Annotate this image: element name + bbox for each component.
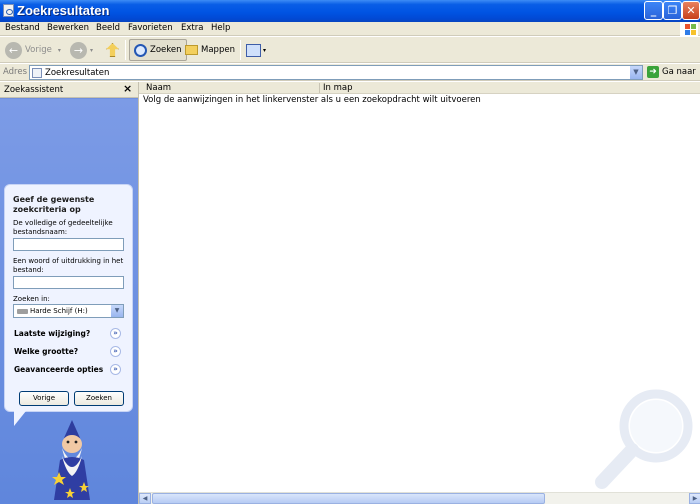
- scroll-left-icon[interactable]: ◀: [139, 493, 151, 504]
- menu-bar: Bestand Bewerken Beeld Favorieten Extra …: [0, 22, 700, 36]
- expand-chevron-icon[interactable]: »: [110, 346, 121, 357]
- menu-bestand[interactable]: Bestand: [5, 23, 40, 33]
- forward-button[interactable]: → ▾: [70, 39, 93, 61]
- option-last-modified[interactable]: Laatste wijziging? »: [14, 328, 125, 339]
- column-header: Naam In map: [139, 82, 700, 94]
- option-label: Laatste wijziging?: [14, 329, 91, 338]
- expand-chevron-icon[interactable]: »: [110, 364, 121, 375]
- back-arrow-icon: ←: [5, 41, 22, 59]
- horizontal-scrollbar[interactable]: ◀ ▶: [139, 492, 700, 504]
- look-in-value: Harde Schijf (H:): [30, 307, 88, 315]
- back-label: Vorige: [25, 45, 52, 55]
- phrase-label: Een woord of uitdrukking in het bestand:: [13, 257, 124, 274]
- look-in-label: Zoeken in:: [13, 295, 50, 303]
- filename-input[interactable]: [13, 238, 124, 251]
- scrollbar-thumb[interactable]: [152, 493, 545, 504]
- filename-label: De volledige of gedeeltelijke bestandsna…: [13, 219, 113, 236]
- option-label: Geavanceerde opties: [14, 365, 104, 374]
- up-arrow-icon: [106, 43, 119, 57]
- search-icon: [134, 43, 147, 57]
- forward-arrow-icon: →: [70, 41, 87, 59]
- search-submit-button[interactable]: Zoeken: [74, 391, 124, 406]
- results-pane: Naam In map Volg de aanwijzingen in het …: [138, 82, 700, 504]
- look-in-select[interactable]: Harde Schijf (H:) ▼: [13, 304, 124, 318]
- address-bar: Adres Zoekresultaten ▼ ➜ Ga naar: [0, 64, 700, 81]
- option-size[interactable]: Welke grootte? »: [14, 346, 125, 357]
- search-label: Zoeken: [150, 45, 182, 55]
- views-button[interactable]: ▾: [246, 39, 266, 61]
- maximize-button[interactable]: ❐: [663, 1, 682, 20]
- phrase-input[interactable]: [13, 276, 124, 289]
- search-button[interactable]: Zoeken: [129, 39, 187, 61]
- minimize-button[interactable]: _: [644, 1, 663, 20]
- toolbar-separator: [125, 40, 126, 60]
- folders-label: Mappen: [201, 45, 235, 55]
- look-in-dropdown-icon[interactable]: ▼: [111, 305, 123, 317]
- search-heading: Geef de gewenste zoekcriteria op: [13, 195, 95, 214]
- column-in-folder[interactable]: In map: [323, 83, 352, 93]
- back-button[interactable]: ← Vorige ▾: [5, 39, 61, 61]
- pane-close-icon[interactable]: ×: [123, 82, 132, 95]
- wizard-assistant-icon[interactable]: [44, 420, 100, 502]
- address-value: Zoekresultaten: [45, 68, 110, 78]
- column-divider[interactable]: [319, 83, 320, 93]
- search-window-icon: [3, 4, 14, 17]
- search-criteria-card: Geef de gewenste zoekcriteria op De voll…: [4, 184, 133, 412]
- scroll-right-icon[interactable]: ▶: [689, 493, 700, 504]
- search-companion-pane: Zoekassistent × Geef de gewenste zoekcri…: [0, 82, 138, 504]
- toolbar-separator: [240, 40, 241, 60]
- windows-logo-icon: [680, 22, 698, 36]
- magnifier-watermark-icon: [595, 389, 693, 489]
- close-button[interactable]: ✕: [682, 1, 700, 20]
- menu-bewerken[interactable]: Bewerken: [47, 23, 89, 33]
- option-label: Welke grootte?: [14, 347, 79, 356]
- results-message: Volg de aanwijzingen in het linkervenste…: [143, 95, 481, 105]
- go-label: Ga naar: [662, 67, 696, 77]
- folder-icon: [185, 45, 198, 55]
- title-bar: Zoekresultaten _ ❐ ✕: [0, 0, 700, 22]
- previous-button[interactable]: Vorige: [19, 391, 69, 406]
- menu-extra[interactable]: Extra: [181, 23, 203, 33]
- address-label: Adres: [3, 67, 28, 77]
- back-dropdown-icon: ▾: [57, 46, 61, 54]
- menu-beeld[interactable]: Beeld: [96, 23, 120, 33]
- address-dropdown-icon[interactable]: ▼: [629, 66, 642, 79]
- pane-header: Zoekassistent ×: [0, 82, 138, 98]
- option-advanced[interactable]: Geavanceerde opties »: [14, 364, 125, 375]
- forward-dropdown-icon: ▾: [90, 46, 94, 54]
- views-dropdown-icon: ▾: [263, 46, 267, 54]
- search-results-icon: [32, 68, 42, 78]
- menu-help[interactable]: Help: [211, 23, 230, 33]
- up-folder-button[interactable]: [106, 39, 119, 61]
- pane-title: Zoekassistent: [4, 85, 64, 95]
- toolbar: ← Vorige ▾ → ▾ Zoeken Mappen ▾: [0, 37, 700, 63]
- column-name[interactable]: Naam: [146, 83, 171, 93]
- hard-drive-icon: [17, 309, 28, 314]
- folders-button[interactable]: Mappen: [185, 39, 235, 61]
- go-button[interactable]: ➜ Ga naar: [647, 66, 696, 78]
- menu-favorieten[interactable]: Favorieten: [128, 23, 173, 33]
- go-arrow-icon: ➜: [647, 66, 659, 78]
- window-title: Zoekresultaten: [17, 3, 110, 18]
- expand-chevron-icon[interactable]: »: [110, 328, 121, 339]
- address-input[interactable]: Zoekresultaten ▼: [29, 65, 643, 80]
- views-icon: [246, 43, 261, 57]
